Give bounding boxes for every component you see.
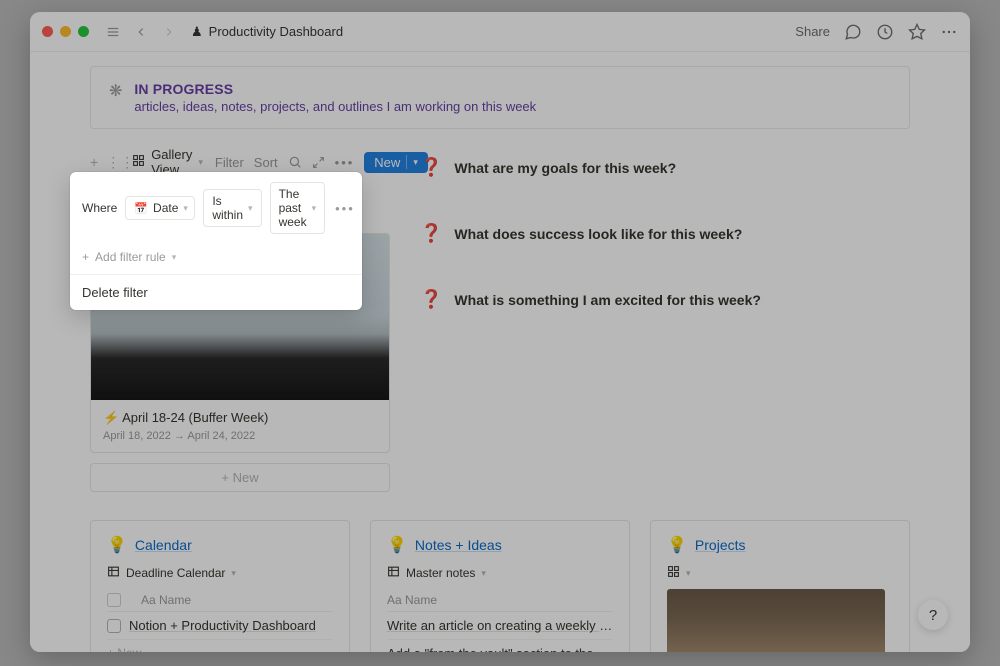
date-property-icon: 📅 (134, 202, 148, 215)
chevron-down-icon: ▾ (248, 203, 253, 214)
filter-condition-select[interactable]: Is within ▾ (203, 189, 261, 227)
filter-rule-more-button[interactable]: ••• (333, 201, 357, 216)
filter-popover: Where 📅 Date ▾ Is within ▾ The past week… (70, 172, 362, 310)
filter-property-select[interactable]: 📅 Date ▾ (125, 196, 195, 220)
chevron-down-icon: ▾ (183, 203, 188, 214)
modal-overlay[interactable] (30, 12, 970, 652)
filter-value-select[interactable]: The past week ▾ (270, 182, 326, 234)
chevron-down-icon: ▾ (312, 203, 317, 214)
chevron-down-icon: ▾ (172, 252, 177, 263)
delete-filter-button[interactable]: Delete filter (70, 275, 362, 310)
add-filter-rule-button[interactable]: +Add filter rule▾ (70, 244, 362, 274)
where-label: Where (82, 201, 117, 215)
app-window: ♟ Productivity Dashboard Share ❋ IN PROG… (30, 12, 970, 652)
